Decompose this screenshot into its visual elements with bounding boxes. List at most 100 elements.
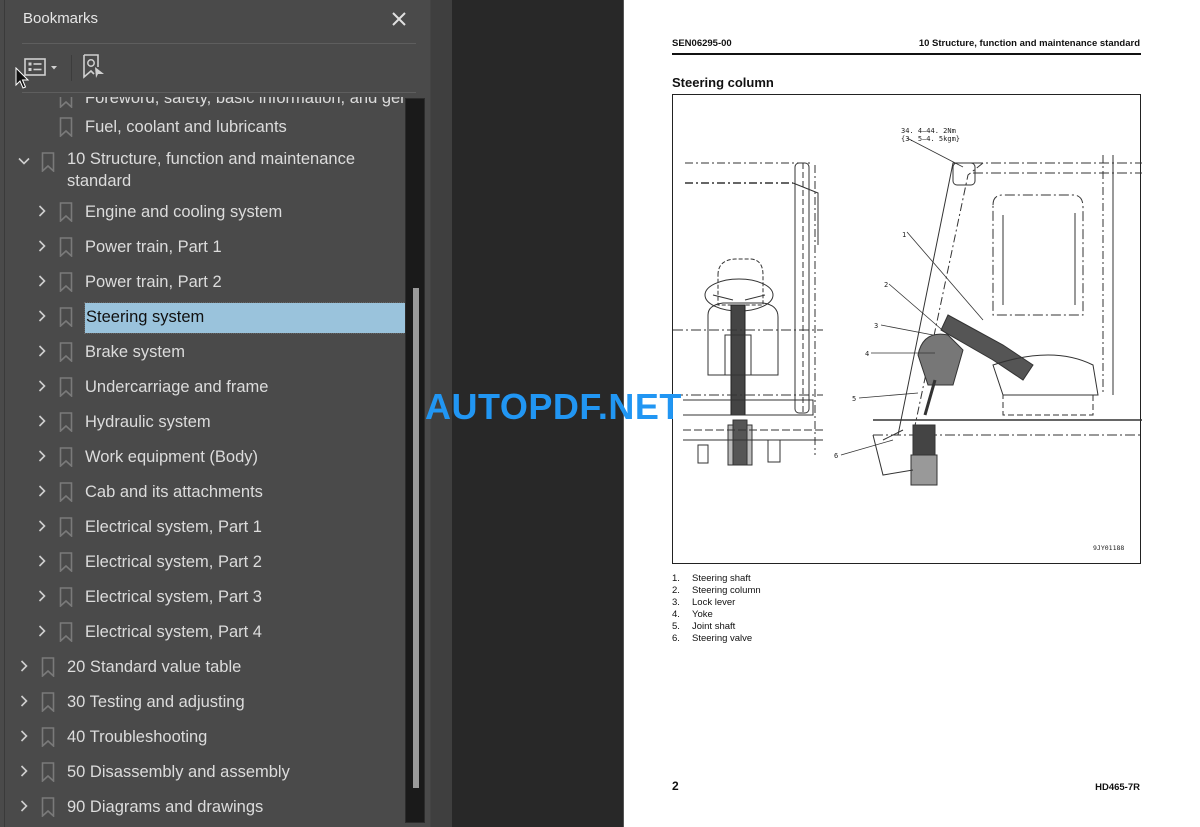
- legend-number: 1.: [672, 573, 680, 584]
- bookmark-item[interactable]: 50 Disassembly and assembly: [0, 754, 405, 789]
- model-number: HD465-7R: [1095, 782, 1140, 793]
- scrollbar-thumb[interactable]: [413, 288, 419, 788]
- bookmark-item[interactable]: Work equipment (Body): [0, 439, 405, 474]
- bookmark-label: Electrical system, Part 1: [85, 518, 262, 536]
- torque-note-line1: 34. 4–44. 2Nm: [901, 127, 956, 135]
- chevron-right-icon[interactable]: [35, 589, 49, 603]
- bookmark-label: Power train, Part 2: [85, 273, 222, 291]
- chevron-right-icon[interactable]: [17, 764, 31, 778]
- legend-text: Steering shaft: [692, 573, 751, 584]
- section-header: 10 Structure, function and maintenance s…: [918, 38, 1140, 49]
- chevron-right-icon[interactable]: [17, 659, 31, 673]
- bookmarks-scrollbar[interactable]: [405, 98, 425, 823]
- legend-number: 3.: [672, 597, 680, 608]
- callout-1: 1: [902, 231, 906, 239]
- bookmark-item[interactable]: Brake system: [0, 334, 405, 369]
- chevron-down-icon[interactable]: [17, 154, 31, 168]
- bookmark-item[interactable]: 30 Testing and adjusting: [0, 684, 405, 719]
- chevron-right-icon[interactable]: [35, 484, 49, 498]
- side-view-drawing: [872, 155, 1142, 486]
- chevron-right-icon[interactable]: [35, 624, 49, 638]
- torque-note-line2: {3. 5–4. 5kgm}: [901, 135, 960, 143]
- bookmarks-panel: Bookmarks Foreword, safety, basic inform…: [0, 0, 430, 827]
- callout-2: 2: [884, 281, 888, 289]
- bookmark-icon: [59, 117, 73, 137]
- chevron-right-icon[interactable]: [35, 519, 49, 533]
- bookmark-label: Hydraulic system: [85, 413, 211, 431]
- bookmark-item[interactable]: Power train, Part 2: [0, 264, 405, 299]
- bookmark-item[interactable]: Hydraulic system: [0, 404, 405, 439]
- bookmark-item[interactable]: 20 Standard value table: [0, 649, 405, 684]
- bookmark-icon: [59, 412, 73, 432]
- bookmark-item[interactable]: 90 Diagrams and drawings: [0, 789, 405, 824]
- chevron-right-icon[interactable]: [35, 239, 49, 253]
- callout-leaders: [840, 137, 984, 456]
- bookmark-item[interactable]: Fuel, coolant and lubricants: [0, 109, 405, 144]
- bookmark-item[interactable]: Electrical system, Part 2: [0, 544, 405, 579]
- legend-text: Steering column: [692, 585, 761, 596]
- bookmark-icon: [41, 152, 55, 172]
- bookmark-icon: [59, 517, 73, 537]
- toolbar-divider: [22, 92, 416, 93]
- bookmark-item[interactable]: Power train, Part 1: [0, 229, 405, 264]
- bookmark-item[interactable]: Steering system: [0, 299, 405, 334]
- header-rule: [672, 53, 1141, 55]
- bookmark-icon: [59, 272, 73, 292]
- chevron-right-icon[interactable]: [35, 414, 49, 428]
- bookmark-label: Engine and cooling system: [85, 203, 283, 221]
- chevron-right-icon[interactable]: [35, 274, 49, 288]
- callout-6: 6: [834, 452, 838, 460]
- chevron-right-icon[interactable]: [35, 449, 49, 463]
- chevron-right-icon[interactable]: [35, 204, 49, 218]
- legend-text: Steering valve: [692, 633, 753, 644]
- bookmark-item[interactable]: 40 Troubleshooting: [0, 719, 405, 754]
- bookmark-icon: [59, 482, 73, 502]
- bookmark-item[interactable]: Electrical system, Part 1: [0, 509, 405, 544]
- bookmark-icon: [41, 762, 55, 782]
- legend-text: Yoke: [692, 609, 713, 620]
- bookmark-label: 40 Troubleshooting: [67, 728, 208, 746]
- chevron-right-icon[interactable]: [35, 379, 49, 393]
- bookmark-label: Fuel, coolant and lubricants: [85, 118, 287, 136]
- bookmark-icon: [59, 307, 73, 327]
- pdf-page: SEN06295-00 10 Structure, function and m…: [623, 0, 1200, 827]
- steering-column-drawing: 34. 4–44. 2Nm {3. 5–4. 5kgm} 1 2 3 4 5 6…: [673, 127, 1142, 552]
- bookmark-label: 20 Standard value table: [67, 658, 242, 676]
- bookmark-label: Power train, Part 1: [85, 238, 222, 256]
- bookmark-label: Cab and its attachments: [85, 483, 263, 501]
- find-current-bookmark-button[interactable]: [80, 53, 108, 81]
- bookmark-icon: [41, 727, 55, 747]
- panel-divider: [22, 43, 416, 44]
- chevron-right-icon[interactable]: [35, 554, 49, 568]
- callout-4: 4: [865, 350, 869, 358]
- legend-text: Joint shaft: [692, 621, 736, 632]
- bookmark-item[interactable]: Engine and cooling system: [0, 194, 405, 229]
- page-number: 2: [672, 779, 679, 793]
- bookmark-item[interactable]: 10 Structure, function and maintenance s…: [0, 144, 405, 190]
- bookmark-item[interactable]: Cab and its attachments: [0, 474, 405, 509]
- bookmark-label: 90 Diagrams and drawings: [67, 798, 264, 816]
- bookmark-icon: [59, 342, 73, 362]
- find-current-bookmark-icon: [83, 54, 104, 79]
- chevron-right-icon[interactable]: [17, 729, 31, 743]
- chevron-right-icon[interactable]: [17, 694, 31, 708]
- steering-column-figure: 34. 4–44. 2Nm {3. 5–4. 5kgm} 1 2 3 4 5 6…: [672, 94, 1142, 564]
- chevron-right-icon[interactable]: [35, 309, 49, 323]
- chevron-right-icon[interactable]: [17, 799, 31, 813]
- bookmark-label: Foreword, safety, basic information, and…: [85, 97, 405, 107]
- bookmark-label: Steering system: [84, 302, 405, 334]
- toolbar-separator: [71, 55, 72, 81]
- bookmark-item[interactable]: Electrical system, Part 4: [0, 614, 405, 649]
- bookmark-item[interactable]: Undercarriage and frame: [0, 369, 405, 404]
- mouse-cursor-icon: [15, 67, 30, 89]
- chevron-right-icon[interactable]: [35, 344, 49, 358]
- bookmark-label: Electrical system, Part 3: [85, 588, 262, 606]
- bookmark-label: Brake system: [85, 343, 185, 361]
- bookmark-icon: [59, 552, 73, 572]
- bookmark-label: Undercarriage and frame: [85, 378, 269, 396]
- bookmark-label: 10 Structure, function and maintenance s…: [67, 150, 356, 190]
- bookmarks-toolbar: [16, 53, 416, 83]
- bookmark-icon: [59, 202, 73, 222]
- close-panel-button[interactable]: [388, 8, 410, 30]
- bookmark-item[interactable]: Electrical system, Part 3: [0, 579, 405, 614]
